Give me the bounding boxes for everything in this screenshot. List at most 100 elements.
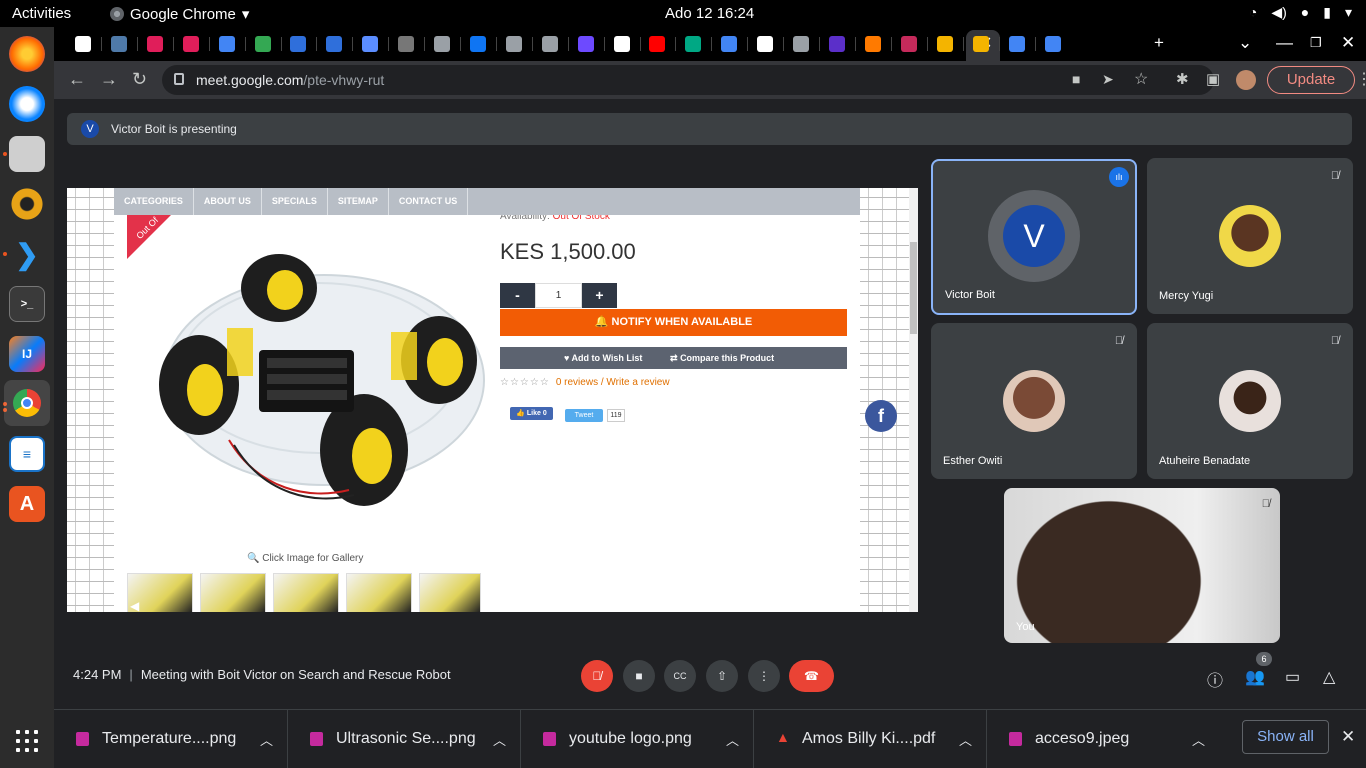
leave-call-button[interactable]: ☎	[789, 660, 834, 692]
participant-tile[interactable]: 🎙̸ Atuheire Benadate	[1147, 323, 1353, 479]
tab-favicon-icon[interactable]	[900, 36, 917, 52]
tab-favicon-icon[interactable]	[721, 36, 738, 52]
tab-favicon-icon[interactable]	[577, 36, 594, 52]
chevron-left-icon[interactable]: ◀	[130, 599, 139, 612]
tab-favicon-icon[interactable]	[1009, 36, 1025, 52]
microphone-toggle-button[interactable]: 🎙̸	[581, 660, 613, 692]
avatar[interactable]	[1236, 70, 1256, 90]
tab-favicon-icon[interactable]	[613, 36, 630, 52]
show-all-downloads-button[interactable]: Show all	[1242, 720, 1329, 754]
show-applications-icon[interactable]	[16, 730, 38, 752]
window-close-button[interactable]: ✕	[1341, 33, 1355, 53]
thumbnail[interactable]	[346, 573, 412, 612]
reviews-link[interactable]: 0 reviews	[556, 377, 598, 388]
activities-icon[interactable]: △	[1323, 667, 1335, 687]
chevron-up-icon[interactable]: ︿	[959, 730, 972, 749]
facebook-icon[interactable]: f	[865, 400, 897, 432]
people-icon[interactable]: 👥	[1245, 667, 1265, 687]
thunderbird-icon[interactable]	[9, 86, 45, 122]
add-to-wishlist-button[interactable]: ♥ Add to Wish List	[564, 353, 642, 363]
tab-favicon-icon[interactable]	[864, 36, 881, 52]
notify-when-available-button[interactable]: 🔔 NOTIFY WHEN AVAILABLE	[500, 309, 847, 336]
tab-favicon-icon[interactable]	[75, 36, 91, 52]
scrollbar-thumb[interactable]	[910, 242, 917, 334]
activities-button[interactable]: Activities	[12, 5, 71, 22]
chevron-up-icon[interactable]: ︿	[1192, 730, 1205, 749]
tab-favicon-icon[interactable]	[146, 36, 163, 52]
clock[interactable]: Ado 12 16:24	[665, 5, 754, 22]
quantity-increment-button[interactable]: +	[582, 283, 617, 308]
tab-favicon-icon[interactable]	[936, 36, 953, 52]
download-item[interactable]: ▲ Amos Billy Ki....pdf ︿	[754, 710, 987, 768]
forward-button[interactable]: →	[100, 69, 118, 90]
tab-favicon-icon[interactable]	[110, 36, 127, 52]
chat-icon[interactable]: ▭	[1285, 667, 1300, 687]
tab-favicon-icon[interactable]	[757, 36, 774, 52]
terminal-icon[interactable]: >_	[9, 286, 45, 322]
tab-favicon-icon[interactable]	[793, 36, 809, 52]
extensions-icon[interactable]: ✱	[1176, 70, 1189, 88]
bookmark-star-icon[interactable]: ☆	[1134, 69, 1148, 89]
compare-product-button[interactable]: ⇄ Compare this Product	[670, 353, 774, 364]
tab-favicon-icon[interactable]	[685, 36, 702, 52]
present-button[interactable]: ⇧	[706, 660, 738, 692]
nav-about-us[interactable]: ABOUT US	[194, 188, 262, 215]
tab-favicon-icon[interactable]	[649, 36, 666, 52]
camera-icon[interactable]: ■	[1072, 71, 1080, 87]
download-item[interactable]: youtube logo.png ︿	[521, 710, 754, 768]
tab-favicon-icon[interactable]	[254, 36, 271, 52]
self-view-tile[interactable]: 🎙̸ You	[1004, 488, 1280, 643]
tab-favicon-icon[interactable]	[541, 36, 558, 52]
maximize-button[interactable]: ❐	[1310, 35, 1322, 51]
tweet-button[interactable]: Tweet	[565, 409, 603, 422]
chevron-up-icon[interactable]: ︿	[260, 730, 273, 749]
more-options-button[interactable]: ⋮	[748, 660, 780, 692]
firefox-icon[interactable]	[9, 36, 45, 72]
tab-favicon-icon[interactable]	[469, 36, 486, 52]
reload-button[interactable]: ↻	[132, 69, 147, 90]
nav-sitemap[interactable]: SITEMAP	[328, 188, 389, 215]
info-icon[interactable]: ⓘ	[1207, 667, 1223, 691]
libreoffice-writer-icon[interactable]: ≡	[9, 436, 45, 472]
tab-favicon-icon[interactable]	[326, 36, 343, 52]
captions-button[interactable]: CC	[664, 660, 696, 692]
tab-favicon-icon[interactable]	[398, 36, 415, 52]
chevron-up-icon[interactable]: ︿	[726, 730, 739, 749]
tab-favicon-icon[interactable]	[290, 36, 307, 52]
nav-categories[interactable]: CATEGORIES	[114, 188, 194, 215]
download-item[interactable]: Temperature....png ︿	[54, 710, 288, 768]
tab-favicon-icon[interactable]	[1044, 36, 1061, 52]
address-bar[interactable]: meet.google.com/pte-vhwy-rut ■ ➤ ☆	[162, 65, 1214, 95]
update-button[interactable]: Update	[1267, 66, 1355, 94]
gallery-caption[interactable]: 🔍 Click Image for Gallery	[247, 553, 363, 564]
new-tab-button[interactable]: +	[1154, 33, 1164, 53]
rhythmbox-icon[interactable]	[9, 186, 45, 222]
quantity-field[interactable]: 1	[535, 283, 582, 308]
nav-contact-us[interactable]: CONTACT US	[389, 188, 469, 215]
system-tray[interactable]: ◔ ◀) ● ▮ ▾	[1249, 4, 1352, 21]
tab-favicon-icon[interactable]	[182, 36, 199, 52]
tab-favicon-icon[interactable]	[362, 36, 379, 52]
more-menu-icon[interactable]: ⋮	[1356, 69, 1366, 89]
tab-favicon-icon[interactable]	[505, 36, 522, 52]
lock-icon[interactable]	[174, 73, 184, 85]
quantity-decrement-button[interactable]: -	[500, 283, 535, 308]
files-icon[interactable]	[9, 136, 45, 172]
chevron-up-icon[interactable]: ︿	[493, 730, 506, 749]
tab-search-icon[interactable]: ⌄	[1238, 33, 1252, 53]
product-image[interactable]	[139, 240, 499, 530]
tab-favicon-icon[interactable]	[218, 36, 235, 52]
camera-toggle-button[interactable]: ■	[623, 660, 655, 692]
vscode-icon[interactable]: ❯	[9, 236, 45, 272]
software-center-icon[interactable]: A	[9, 486, 45, 522]
participant-tile[interactable]: 🎙̸ Mercy Yugi	[1147, 158, 1353, 314]
back-button[interactable]: ←	[68, 69, 86, 90]
participant-tile[interactable]: V ılı Victor Boit	[931, 159, 1137, 315]
thumbnail[interactable]	[273, 573, 339, 612]
download-item[interactable]: acceso9.jpeg ︿	[987, 710, 1220, 768]
shared-screen[interactable]: Availability: Out Of Stock Out Of 🔍 Clic…	[67, 188, 918, 612]
thumbnail[interactable]	[419, 573, 481, 612]
app-menu[interactable]: Google Chrome ▾	[110, 5, 249, 23]
download-item[interactable]: Ultrasonic Se....png ︿	[288, 710, 521, 768]
chrome-dock-item[interactable]	[4, 380, 50, 426]
